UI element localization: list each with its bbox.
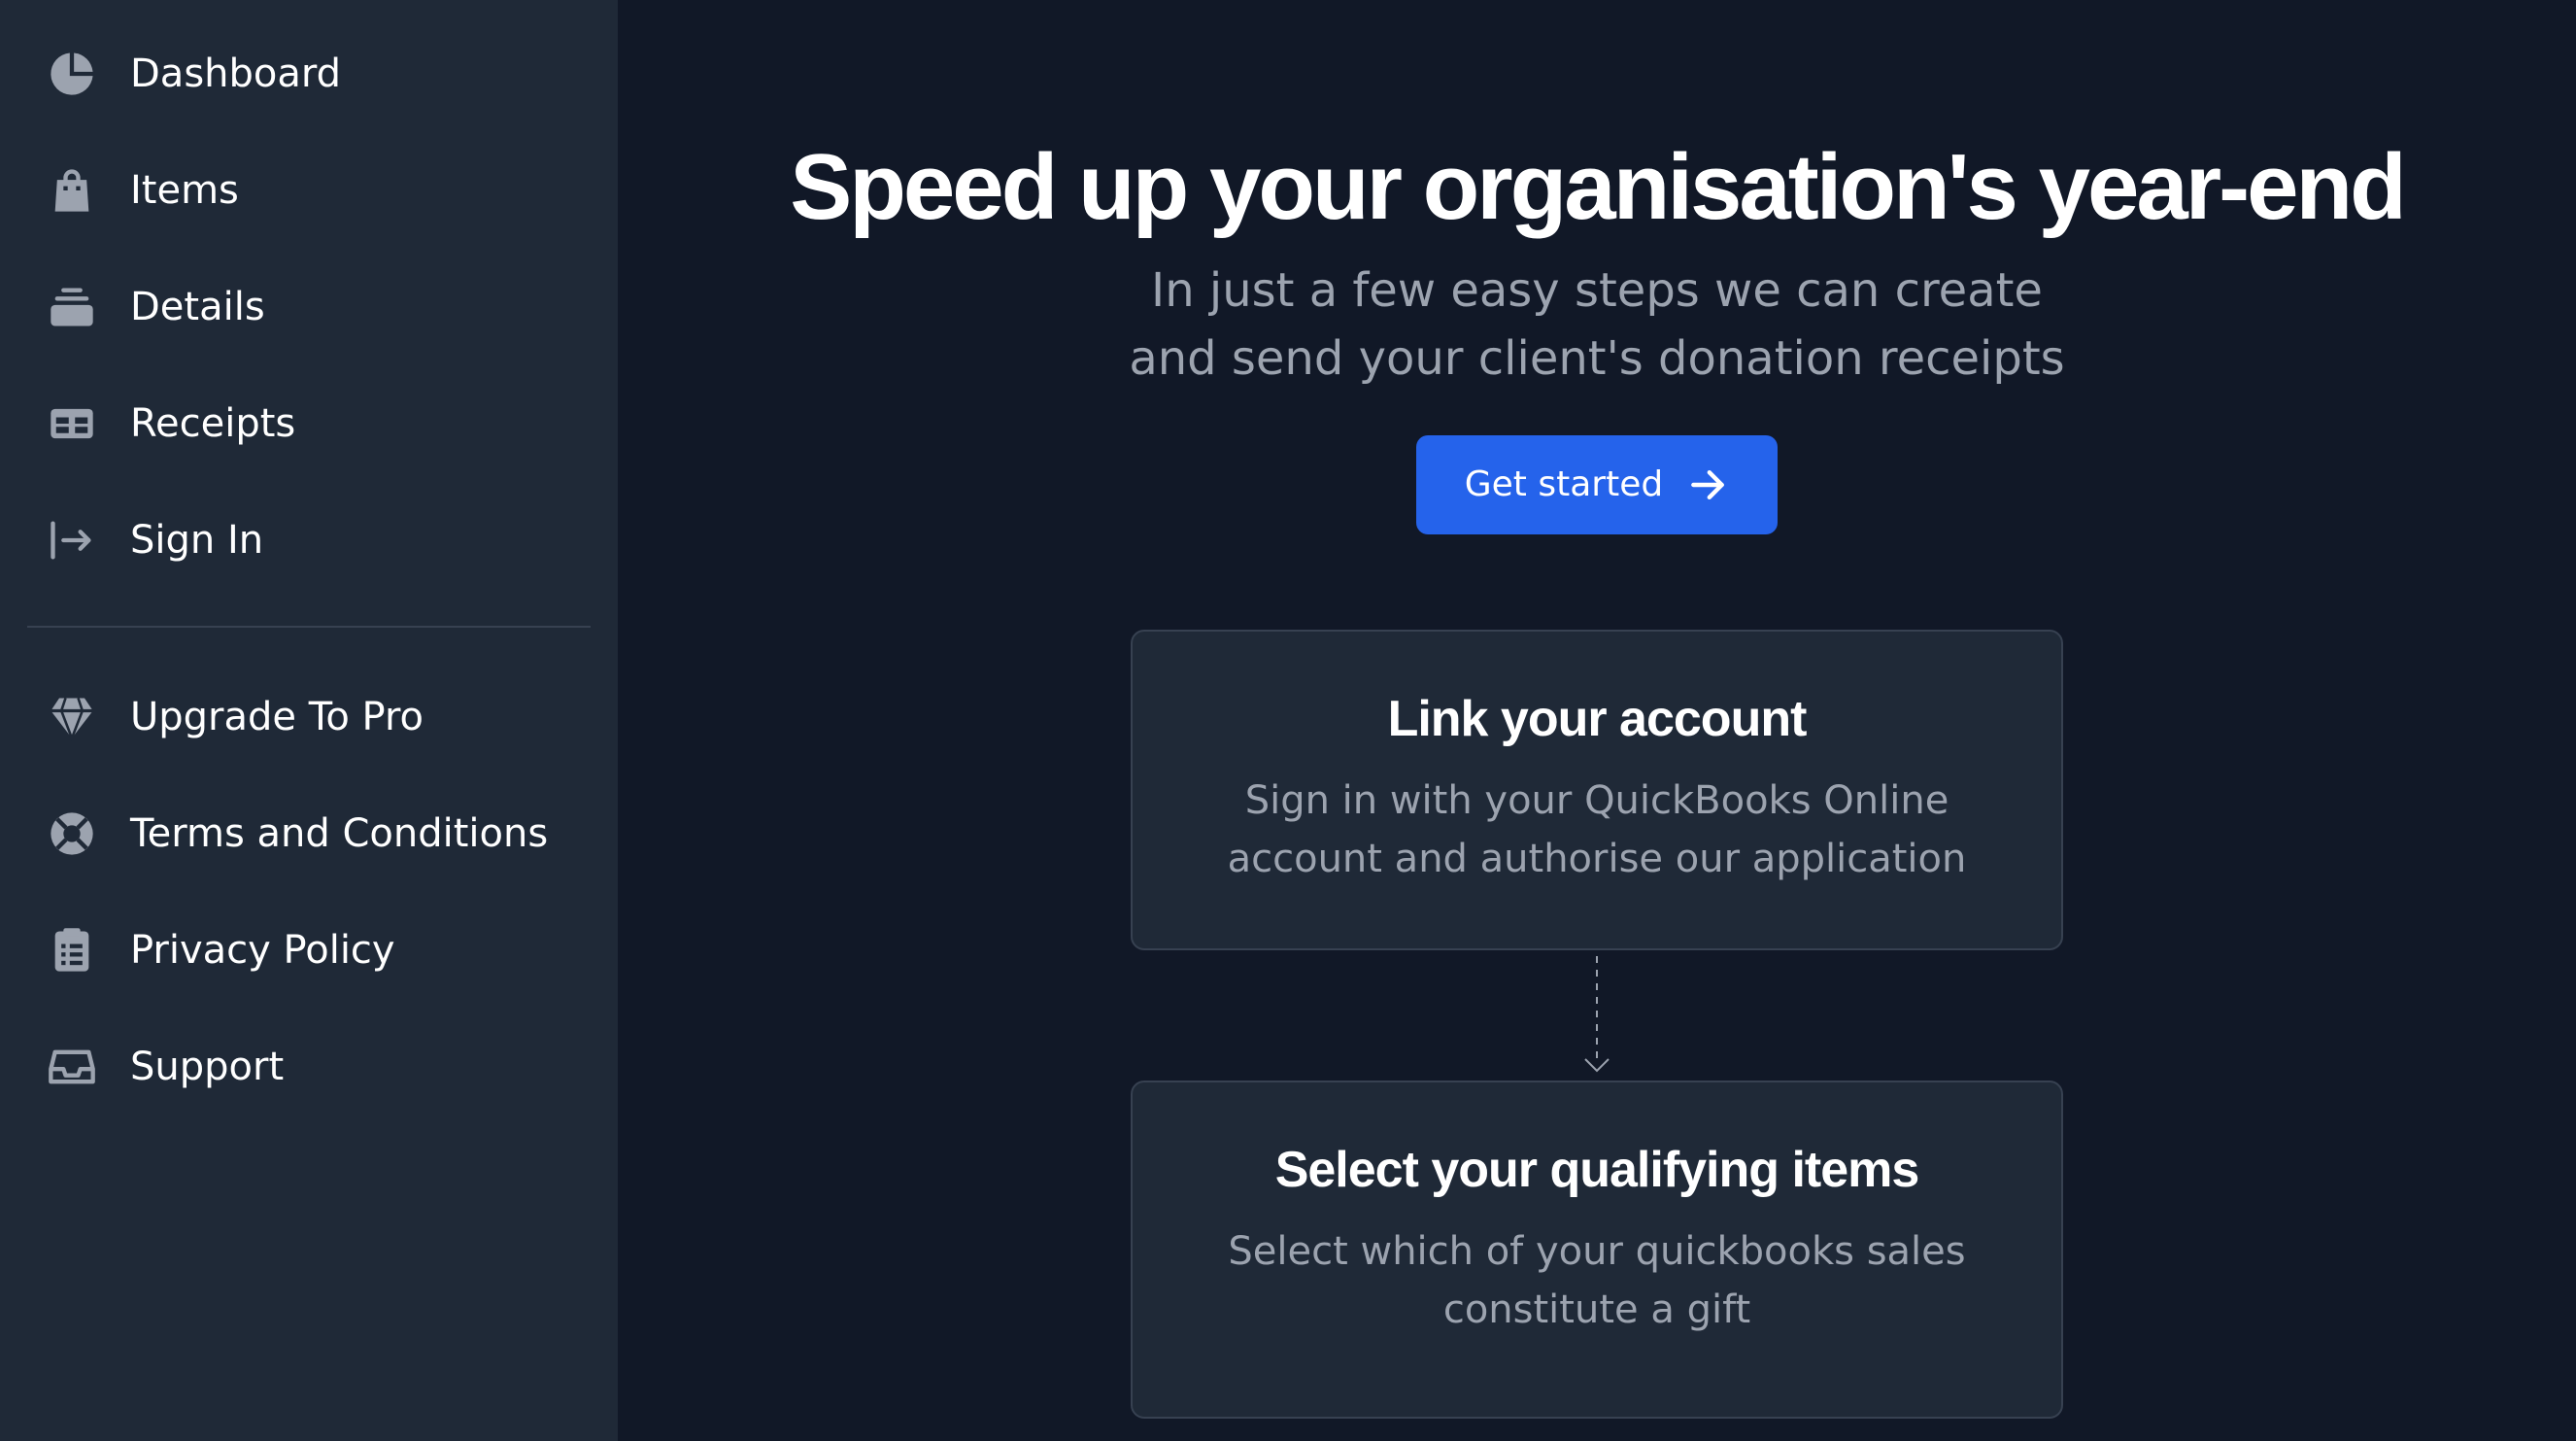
get-started-button[interactable]: Get started xyxy=(1415,434,1779,534)
sidebar-item-label: Privacy Policy xyxy=(130,928,395,973)
step-card-link-account: Link your account Sign in with your Quic… xyxy=(1131,629,2063,950)
hero-subtitle: In just a few easy steps we can create a… xyxy=(1129,262,2065,386)
step-description: Select which of your quickbooks sales co… xyxy=(1228,1228,1966,1332)
pie-chart-icon xyxy=(47,49,97,99)
inbox-icon xyxy=(47,1042,97,1092)
sidebar-item-label: Dashboard xyxy=(130,51,342,96)
sidebar-item-terms[interactable]: Terms and Conditions xyxy=(27,775,591,892)
table-icon xyxy=(47,398,97,449)
clipboard-list-icon xyxy=(47,925,97,976)
arrow-right-icon xyxy=(1691,469,1725,499)
shopping-bag-icon xyxy=(47,165,97,216)
sidebar-item-label: Items xyxy=(130,168,239,213)
sidebar-item-label: Upgrade To Pro xyxy=(130,695,424,739)
gem-icon xyxy=(47,692,97,742)
step-title: Link your account xyxy=(1387,690,1808,747)
step-title: Select your qualifying items xyxy=(1274,1141,1920,1198)
get-started-label: Get started xyxy=(1464,464,1664,505)
sidebar-item-label: Support xyxy=(130,1045,285,1089)
sidebar-item-dashboard[interactable]: Dashboard xyxy=(27,16,591,132)
dashed-arrow-down-icon xyxy=(1584,955,1610,1073)
sidebar-divider xyxy=(27,626,591,628)
step-card-select-items: Select your qualifying items Select whic… xyxy=(1131,1080,2063,1419)
sidebar-item-sign-in[interactable]: Sign In xyxy=(27,482,591,599)
sidebar-item-support[interactable]: Support xyxy=(27,1009,591,1125)
life-buoy-icon xyxy=(47,808,97,859)
sign-in-arrow-icon xyxy=(47,515,97,566)
sidebar-item-label: Details xyxy=(130,285,265,329)
step-description: Sign in with your QuickBooks Online acco… xyxy=(1227,777,1967,881)
sidebar-item-upgrade[interactable]: Upgrade To Pro xyxy=(27,659,591,775)
sidebar-primary-nav: Dashboard Items Details Receipts Sign In xyxy=(27,16,591,599)
sidebar-item-label: Terms and Conditions xyxy=(130,811,549,856)
sidebar-item-items[interactable]: Items xyxy=(27,132,591,249)
sidebar-item-privacy[interactable]: Privacy Policy xyxy=(27,892,591,1009)
main-content: Speed up your organisation's year-end In… xyxy=(618,0,2576,1441)
sidebar: Dashboard Items Details Receipts Sign In… xyxy=(0,0,618,1441)
step-connector-arrow xyxy=(1568,950,1626,1081)
hero-title: Speed up your organisation's year-end xyxy=(790,135,2407,239)
stack-icon xyxy=(47,282,97,332)
sidebar-item-label: Receipts xyxy=(130,401,296,446)
sidebar-item-label: Sign In xyxy=(130,518,264,563)
sidebar-item-details[interactable]: Details xyxy=(27,249,591,365)
sidebar-item-receipts[interactable]: Receipts xyxy=(27,365,591,482)
sidebar-secondary-nav: Upgrade To Pro Terms and Conditions Priv… xyxy=(27,659,591,1125)
